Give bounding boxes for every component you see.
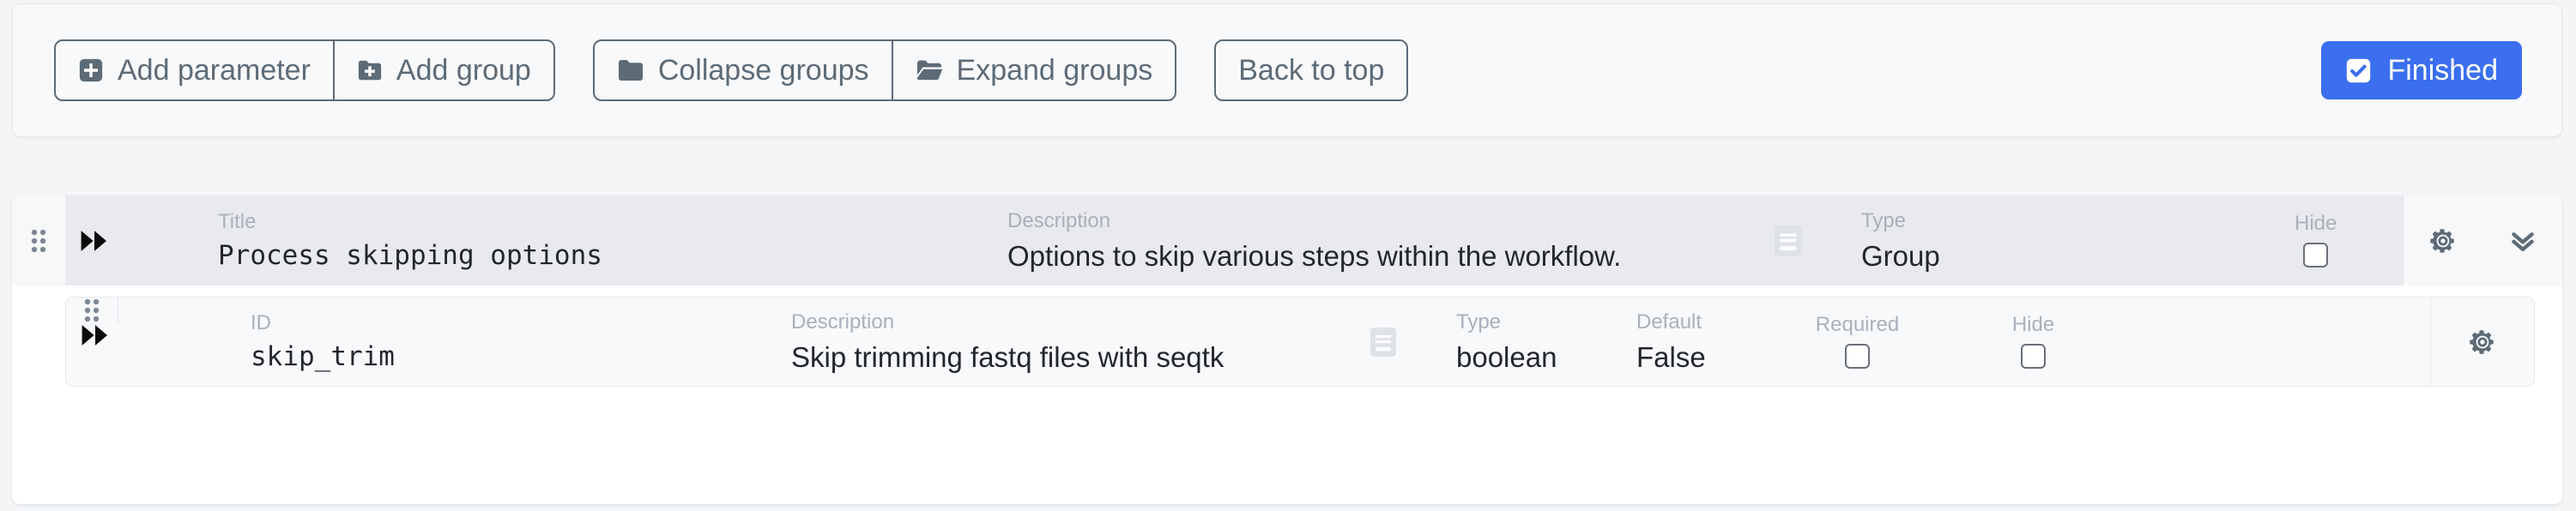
group-settings-button[interactable]: [2428, 226, 2458, 256]
parameter-hide-field: Hide: [1958, 298, 2108, 386]
back-to-top-group: Back to top: [1214, 39, 1408, 101]
folder-plus-icon: [357, 57, 383, 83]
group-description-field[interactable]: Description Options to skip various step…: [1007, 195, 1621, 286]
parameter-id-label: ID: [251, 313, 395, 334]
group-type-value: Group: [1861, 242, 1940, 270]
collapse-groups-button[interactable]: Collapse groups: [595, 41, 892, 99]
description-doc-icon: [1370, 327, 1397, 358]
drag-handle-icon: [82, 298, 101, 323]
add-group-label: Add group: [396, 56, 531, 85]
collapse-groups-label: Collapse groups: [658, 56, 869, 85]
group-title-label: Title: [218, 212, 602, 232]
parameter-id-field[interactable]: ID skip_trim: [251, 298, 395, 386]
plus-square-icon: [78, 57, 104, 83]
back-to-top-label: Back to top: [1238, 56, 1384, 85]
add-parameter-button[interactable]: Add parameter: [56, 41, 333, 99]
parameter-description-value: Skip trimming fastq files with seqtk: [791, 343, 1224, 371]
expand-groups-label: Expand groups: [957, 56, 1153, 85]
finished-label: Finished: [2387, 56, 2498, 85]
group-actions-cell: [2403, 195, 2562, 286]
group-drag-handle[interactable]: [12, 195, 65, 286]
folder-open-icon: [916, 57, 943, 84]
parameter-id-value: skip_trim: [251, 344, 395, 370]
group-hide-label: Hide: [2295, 213, 2337, 234]
parameter-required-label: Required: [1816, 315, 1899, 335]
group-doc-icon-cell[interactable]: [1763, 195, 1814, 286]
folder-closed-icon: [617, 57, 644, 84]
fast-forward-icon: [81, 323, 110, 347]
parameter-type-value: boolean: [1456, 343, 1557, 371]
gear-icon: [2468, 328, 2497, 357]
toolbar: Add parameter Add group: [13, 23, 2561, 117]
group-type-field: Type Group: [1861, 195, 1940, 286]
parameter-actions-cell: [2430, 298, 2534, 386]
parameter-zone: ID skip_trim Description Skip trimming f…: [12, 286, 2562, 504]
add-parameter-label: Add parameter: [118, 56, 311, 85]
expand-groups-button[interactable]: Expand groups: [892, 41, 1176, 99]
group-type-label: Type: [1861, 211, 1940, 231]
parameter-drag-handle[interactable]: [66, 298, 118, 323]
chevron-double-down-icon: [2508, 226, 2537, 256]
parameter-required-checkbox[interactable]: [1845, 344, 1870, 369]
group-description-label: Description: [1007, 211, 1621, 231]
toolbar-card: Add parameter Add group: [12, 3, 2562, 137]
parameter-expand-toggle[interactable]: [66, 323, 124, 347]
parameter-required-field: Required: [1769, 298, 1945, 386]
back-to-top-button[interactable]: Back to top: [1216, 41, 1406, 99]
group-card: Title Process skipping options Descripti…: [12, 195, 2562, 504]
group-title-value: Process skipping options: [218, 243, 602, 269]
add-button-group: Add parameter Add group: [54, 39, 555, 101]
group-description-value: Options to skip various steps within the…: [1007, 242, 1621, 270]
parameter-description-field[interactable]: Description Skip trimming fastq files wi…: [791, 298, 1224, 386]
finished-button[interactable]: Finished: [2321, 41, 2522, 99]
group-expand-toggle[interactable]: [65, 195, 124, 286]
group-collapse-button[interactable]: [2508, 226, 2537, 256]
description-doc-icon: [1774, 225, 1803, 257]
parameter-hide-label: Hide: [2012, 315, 2054, 335]
parameter-row: ID skip_trim Description Skip trimming f…: [65, 297, 2535, 387]
fast-forward-icon: [80, 229, 109, 253]
parameter-type-label: Type: [1456, 312, 1557, 333]
parameter-settings-button[interactable]: [2468, 328, 2497, 357]
check-square-icon: [2345, 57, 2372, 84]
group-title-field[interactable]: Title Process skipping options: [218, 195, 602, 286]
groups-button-group: Collapse groups Expand groups: [593, 39, 1176, 101]
group-hide-checkbox[interactable]: [2303, 243, 2328, 268]
drag-handle-icon: [29, 228, 48, 254]
parameter-description-label: Description: [791, 312, 1224, 333]
parameter-doc-icon-cell[interactable]: [1358, 298, 1409, 386]
add-group-button[interactable]: Add group: [333, 41, 553, 99]
group-header-row: Title Process skipping options Descripti…: [12, 195, 2562, 286]
group-hide-field: Hide: [2295, 195, 2337, 286]
parameter-default-field[interactable]: Default False: [1636, 298, 1706, 386]
gear-icon: [2428, 226, 2458, 256]
parameter-hide-checkbox[interactable]: [2021, 344, 2046, 369]
parameter-default-value: False: [1636, 343, 1706, 371]
parameter-type-field[interactable]: Type boolean: [1456, 298, 1557, 386]
parameter-default-label: Default: [1636, 312, 1706, 333]
